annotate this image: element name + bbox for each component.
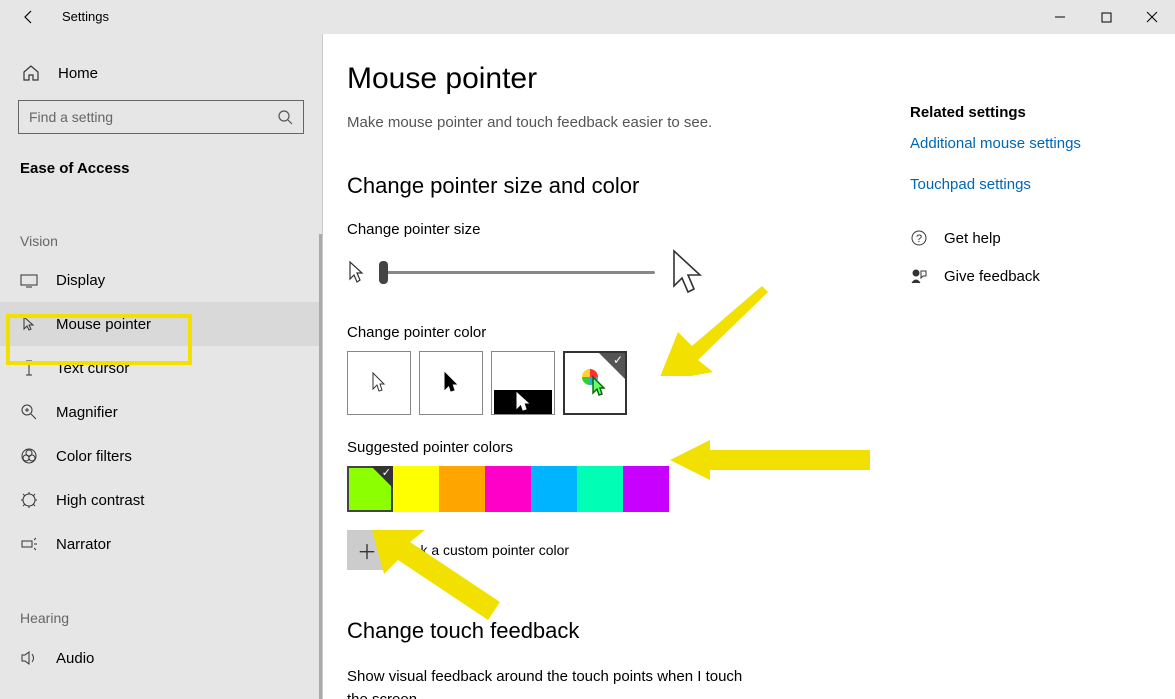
sidebar-item-label: High contrast <box>56 492 144 509</box>
home-icon <box>22 64 40 82</box>
group-vision: Vision <box>0 177 322 259</box>
sidebar-item-mouse-pointer[interactable]: Mouse pointer <box>0 302 322 346</box>
page-title: Mouse pointer <box>347 62 1175 96</box>
get-help-row[interactable]: ? Get help <box>910 229 1150 247</box>
section-touch-feedback: Change touch feedback <box>347 618 1175 644</box>
window-controls <box>1037 0 1175 34</box>
color-swatch-1[interactable] <box>393 466 439 512</box>
home-nav[interactable]: Home <box>0 56 322 90</box>
color-swatch-2[interactable] <box>439 466 485 512</box>
audio-icon <box>20 649 38 667</box>
sidebar-item-label: Display <box>56 272 105 289</box>
link-touchpad-settings[interactable]: Touchpad settings <box>910 176 1150 193</box>
sidebar-item-label: Text cursor <box>56 360 129 377</box>
sidebar-item-label: Mouse pointer <box>56 316 151 333</box>
sidebar: Home Find a setting Ease of Access Visio… <box>0 34 322 699</box>
give-feedback-row[interactable]: Give feedback <box>910 267 1150 285</box>
custom-color-label: Pick a custom pointer color <box>401 542 569 558</box>
touch-feedback-description: Show visual feedback around the touch po… <box>347 666 767 699</box>
sidebar-item-audio[interactable]: Audio <box>0 636 322 680</box>
sidebar-item-display[interactable]: Display <box>0 259 322 302</box>
display-icon <box>20 274 38 288</box>
pointer-color-inverted[interactable] <box>491 351 555 415</box>
high-contrast-icon <box>20 491 38 509</box>
search-icon <box>277 109 293 125</box>
color-swatch-5[interactable] <box>577 466 623 512</box>
cursor-small-icon <box>347 259 365 285</box>
category-title: Ease of Access <box>0 148 322 177</box>
pointer-color-options <box>347 351 1175 415</box>
label-suggested-colors: Suggested pointer colors <box>347 439 1175 456</box>
color-filters-icon <box>20 447 38 465</box>
mouse-pointer-icon <box>20 315 38 333</box>
plus-icon: ＋ <box>357 536 377 565</box>
sidebar-item-high-contrast[interactable]: High contrast <box>0 478 322 522</box>
group-hearing: Hearing <box>0 566 322 636</box>
pointer-size-slider[interactable] <box>379 271 655 274</box>
back-button[interactable] <box>14 2 44 32</box>
related-settings-heading: Related settings <box>910 104 1150 121</box>
sidebar-item-color-filters[interactable]: Color filters <box>0 434 322 478</box>
sidebar-item-narrator[interactable]: Narrator <box>0 522 322 566</box>
feedback-icon <box>910 267 928 285</box>
sidebar-item-label: Narrator <box>56 536 111 553</box>
label-pointer-color: Change pointer color <box>347 324 1175 341</box>
color-swatch-4[interactable] <box>531 466 577 512</box>
pointer-color-custom[interactable] <box>563 351 627 415</box>
text-cursor-icon <box>20 359 38 377</box>
sidebar-item-text-cursor[interactable]: Text cursor <box>0 346 322 390</box>
minimize-button[interactable] <box>1037 0 1083 34</box>
suggested-color-swatches <box>347 466 1175 512</box>
color-swatch-6[interactable] <box>623 466 669 512</box>
titlebar: Settings <box>0 0 1175 34</box>
link-additional-mouse-settings[interactable]: Additional mouse settings <box>910 135 1150 152</box>
pointer-color-white[interactable] <box>347 351 411 415</box>
home-label: Home <box>58 65 98 82</box>
custom-color-button[interactable]: ＋ <box>347 530 387 570</box>
sidebar-item-magnifier[interactable]: Magnifier <box>0 390 322 434</box>
svg-text:?: ? <box>916 233 922 245</box>
close-button[interactable] <box>1129 0 1175 34</box>
window-title: Settings <box>62 9 109 24</box>
color-swatch-0[interactable] <box>347 466 393 512</box>
sidebar-item-label: Color filters <box>56 448 132 465</box>
sidebar-item-label: Magnifier <box>56 404 118 421</box>
pointer-color-black[interactable] <box>419 351 483 415</box>
search-placeholder: Find a setting <box>29 109 113 125</box>
sidebar-item-label: Audio <box>56 650 94 667</box>
give-feedback-label: Give feedback <box>944 268 1040 285</box>
slider-thumb[interactable] <box>379 261 388 284</box>
checkmark-icon <box>599 353 625 379</box>
help-icon: ? <box>910 229 928 247</box>
cursor-large-icon <box>669 248 707 296</box>
color-swatch-3[interactable] <box>485 466 531 512</box>
narrator-icon <box>20 535 38 553</box>
search-input[interactable]: Find a setting <box>18 100 304 134</box>
maximize-button[interactable] <box>1083 0 1129 34</box>
get-help-label: Get help <box>944 230 1001 247</box>
related-settings-rail: Related settings Additional mouse settin… <box>910 104 1150 305</box>
magnifier-icon <box>20 403 38 421</box>
